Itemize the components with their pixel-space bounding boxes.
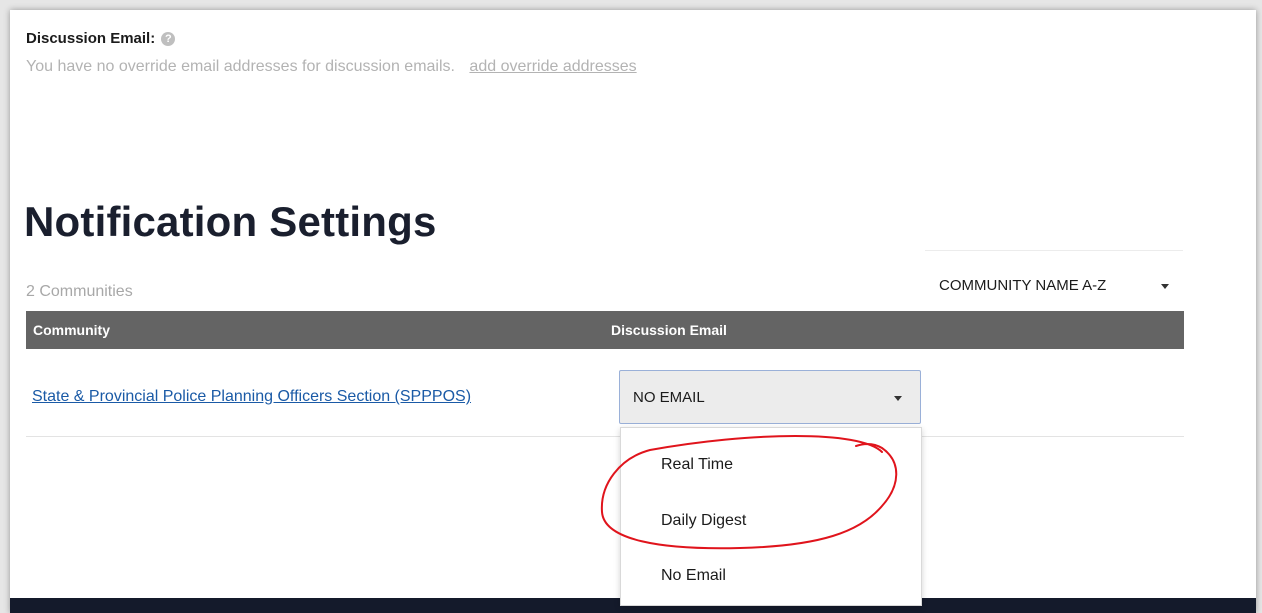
menu-item-real-time[interactable]: Real Time bbox=[661, 456, 733, 474]
caret-down-icon bbox=[1161, 284, 1169, 289]
page-frame: Discussion Email: ? You have no override… bbox=[10, 10, 1256, 613]
dropdown-menu: Real Time Daily Digest No Email bbox=[620, 427, 922, 606]
chevron-down-icon bbox=[894, 396, 902, 401]
override-info: You have no override email addresses for… bbox=[26, 58, 637, 76]
column-header-community: Community bbox=[33, 322, 110, 338]
help-icon[interactable]: ? bbox=[161, 32, 176, 46]
discussion-email-heading: Discussion Email: ? bbox=[26, 30, 176, 47]
override-text: You have no override email addresses for… bbox=[26, 58, 455, 75]
table-header: Community Discussion Email bbox=[26, 311, 1184, 349]
discussion-email-label: Discussion Email: bbox=[26, 30, 156, 47]
menu-item-daily-digest[interactable]: Daily Digest bbox=[661, 512, 746, 530]
select-value: NO EMAIL bbox=[633, 389, 705, 406]
page-title: Notification Settings bbox=[24, 198, 437, 245]
community-count: 2 Communities bbox=[26, 283, 133, 300]
community-link[interactable]: State & Provincial Police Planning Offic… bbox=[32, 388, 471, 406]
menu-item-no-email[interactable]: No Email bbox=[661, 567, 726, 585]
add-override-link[interactable]: add override addresses bbox=[469, 58, 636, 75]
row-divider bbox=[26, 436, 1184, 437]
sort-dropdown[interactable]: COMMUNITY NAME A-Z bbox=[925, 250, 1183, 300]
discussion-email-select[interactable]: NO EMAIL bbox=[619, 370, 921, 424]
column-header-discussion-email: Discussion Email bbox=[611, 322, 727, 338]
sort-label: COMMUNITY NAME A-Z bbox=[939, 277, 1107, 294]
